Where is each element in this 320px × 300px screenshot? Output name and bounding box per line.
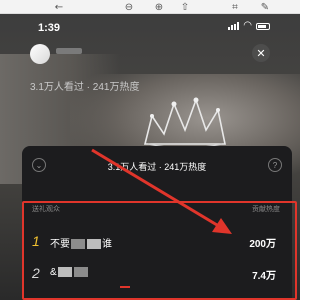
streamer-name-redacted [56,48,82,54]
status-icons: ◠ [228,20,270,31]
signal-icon [228,22,240,30]
help-icon[interactable]: ? [268,158,282,172]
close-icon[interactable]: ✕ [252,44,270,62]
image-viewer-toolbar: ← ⊖ ⊕ ⇧ ⌗ ✎ [0,0,300,14]
annotation-highlight-box [22,201,297,300]
crop-icon[interactable]: ⌗ [228,0,242,14]
panel-title: 3.1万人看过 · 241万热度 [107,162,207,172]
status-time: 1:39 [38,22,61,34]
zoom-in-icon[interactable]: ⊕ [152,0,166,14]
live-header: ✕ [30,44,270,64]
share-icon[interactable]: ⇧ [178,0,192,14]
screenshot-canvas: ← ⊖ ⊕ ⇧ ⌗ ✎ 1:39 ◠ ✕ 3.1万人看过 · 241万热度 ⌄ … [0,0,300,300]
edit-icon[interactable]: ✎ [258,0,272,14]
live-stats: 3.1万人看过 · 241万热度 [30,82,140,93]
crown-icon [143,97,226,149]
avatar[interactable] [30,44,50,64]
battery-icon [256,22,270,30]
zoom-out-icon[interactable]: ⊖ [122,0,136,14]
wifi-icon: ◠ [243,20,252,31]
back-icon[interactable]: ← [52,0,66,14]
